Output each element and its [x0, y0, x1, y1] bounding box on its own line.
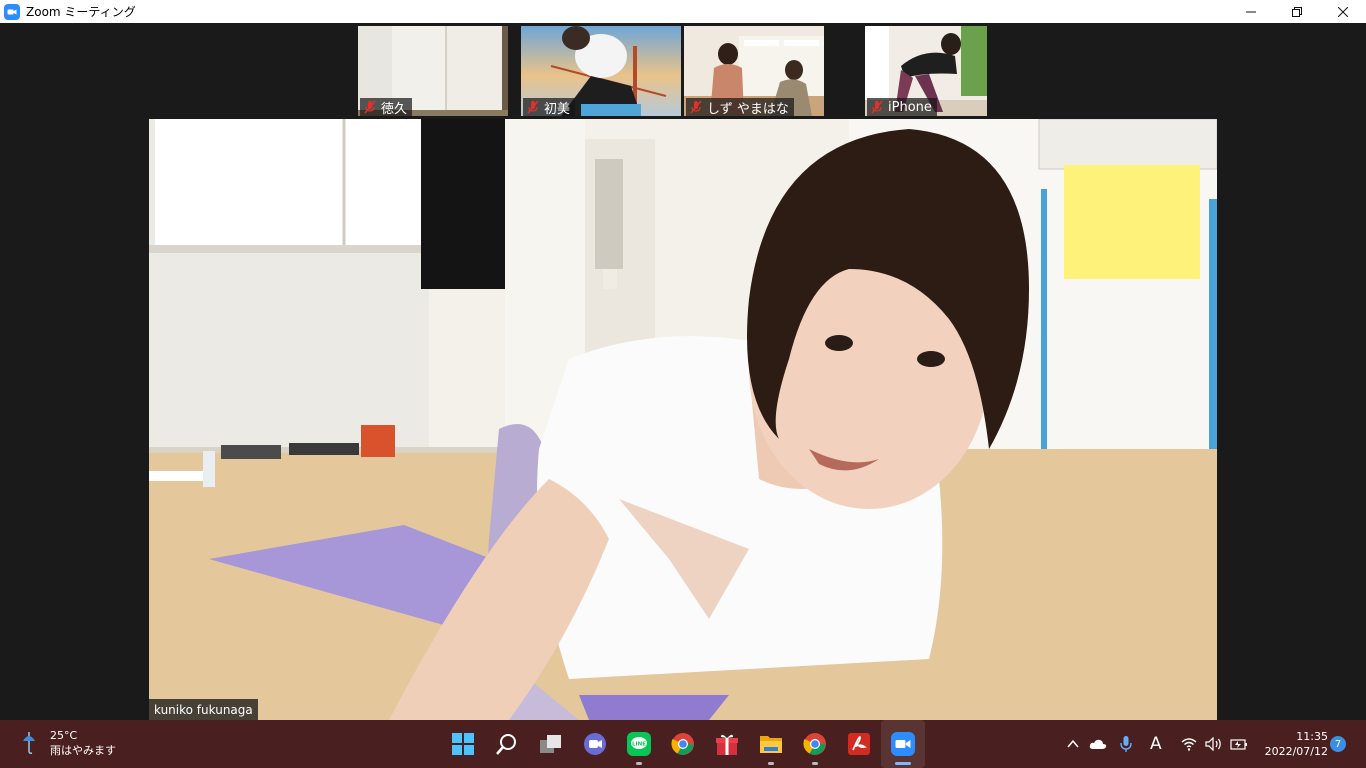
chevron-up-icon [1067, 739, 1079, 748]
taskbar-app-chrome[interactable] [661, 720, 705, 768]
zoom-icon [891, 732, 915, 756]
speaker-icon [1205, 737, 1221, 751]
notification-badge[interactable]: 7 [1330, 736, 1346, 752]
task-view-button[interactable] [529, 720, 573, 768]
chrome-icon [803, 733, 826, 755]
taskbar-app-file-explorer[interactable] [749, 720, 793, 768]
taskbar-clock[interactable]: 11:35 2022/07/12 [1258, 729, 1328, 759]
participant-name-4: iPhone [888, 99, 932, 115]
volume-tray[interactable] [1205, 720, 1223, 768]
battery-tray[interactable] [1230, 720, 1248, 768]
participant-label-3: しず やまはな [686, 98, 794, 116]
svg-text:LINE: LINE [632, 742, 646, 748]
minimize-button[interactable] [1228, 0, 1274, 23]
taskbar-app-gift[interactable] [705, 720, 749, 768]
windows-logo-icon [452, 733, 474, 755]
taskbar-app-chrome-2[interactable] [793, 720, 837, 768]
participant-name-3: しず やまはな [707, 101, 789, 117]
taskbar-app-line[interactable]: LINE [617, 720, 661, 768]
gift-icon [716, 734, 738, 755]
running-indicator [812, 762, 818, 765]
title-bar: Zoom ミーティング [0, 0, 1366, 23]
clock-time: 11:35 [1296, 730, 1328, 743]
participant-tile-3[interactable]: しず やまはな [684, 26, 824, 116]
search-button[interactable] [485, 720, 529, 768]
running-indicator [768, 762, 774, 765]
participant-tile-1[interactable]: 徳久 [358, 26, 508, 116]
battery-charging-icon [1230, 739, 1247, 750]
umbrella-icon [23, 732, 35, 754]
taskbar: 25°C 雨はやみます LINE A 11:35 2022/07/12 [0, 720, 1366, 768]
start-button[interactable] [441, 720, 485, 768]
participant-label-2: 初美 [523, 98, 576, 117]
restore-button[interactable] [1274, 0, 1320, 23]
window-title: Zoom ミーティング [26, 5, 136, 19]
active-speaker-video[interactable]: kuniko fukunaga [149, 119, 1217, 720]
participant-name-2: 初美 [544, 101, 571, 117]
clock-date: 2022/07/12 [1264, 745, 1328, 758]
mic-muted-icon [527, 100, 539, 114]
chrome-icon [671, 733, 694, 755]
microphone-icon [1120, 736, 1132, 752]
weather-description: 雨はやみます [50, 744, 116, 757]
line-app-icon: LINE [627, 732, 651, 756]
onedrive-tray[interactable] [1089, 720, 1107, 768]
task-view-icon [540, 735, 561, 753]
participant-label-4: iPhone [867, 98, 937, 116]
speaker-video-frame [149, 119, 1217, 720]
weather-temperature: 25°C [50, 729, 78, 742]
mic-muted-icon [871, 100, 883, 114]
weather-widget[interactable]: 25°C 雨はやみます [20, 728, 116, 758]
meeting-area: 徳久 初美 しず やまはな iPhone kuniko fukunaga [0, 23, 1366, 720]
mic-muted-icon [690, 100, 702, 114]
zoom-app-icon [4, 3, 20, 20]
taskbar-app-acrobat[interactable] [837, 720, 881, 768]
mic-muted-icon [364, 100, 376, 114]
participant-tile-4[interactable]: iPhone [865, 26, 987, 116]
folder-icon [760, 736, 782, 753]
close-button[interactable] [1320, 0, 1366, 23]
teams-chat-icon [584, 733, 606, 755]
acrobat-icon [848, 733, 870, 755]
active-indicator [895, 762, 911, 765]
participant-tile-2[interactable]: 初美 [521, 26, 681, 116]
wifi-tray[interactable] [1181, 720, 1197, 768]
wifi-icon [1181, 738, 1197, 751]
active-speaker-label: kuniko fukunaga [149, 699, 258, 720]
input-method-indicator[interactable]: A [1150, 720, 1162, 768]
tray-overflow-button[interactable] [1066, 720, 1080, 768]
taskbar-app-chat[interactable] [573, 720, 617, 768]
cloud-icon [1089, 739, 1107, 749]
running-indicator [636, 762, 642, 765]
taskbar-app-zoom[interactable] [881, 720, 925, 768]
microphone-tray[interactable] [1119, 720, 1133, 768]
participant-name-1: 徳久 [381, 101, 408, 117]
search-icon [496, 734, 516, 755]
participant-label-1: 徳久 [360, 98, 413, 117]
